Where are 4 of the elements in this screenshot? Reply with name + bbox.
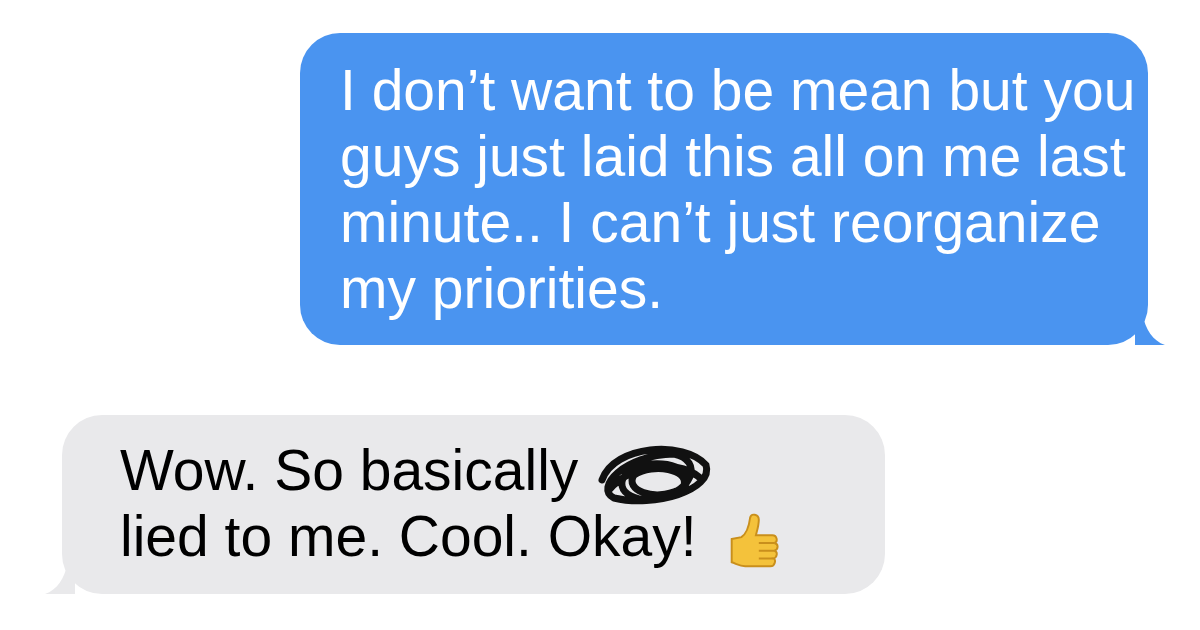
message-text: lied to [120,504,273,568]
message-text: me. Cool. Okay! [287,504,697,568]
message-text: I don’t want to be mean but you guys just laid this all on me last minute.. I can’t just reorganize my priorities. [340,58,1136,320]
message-text: Wow. So basically [120,438,579,502]
